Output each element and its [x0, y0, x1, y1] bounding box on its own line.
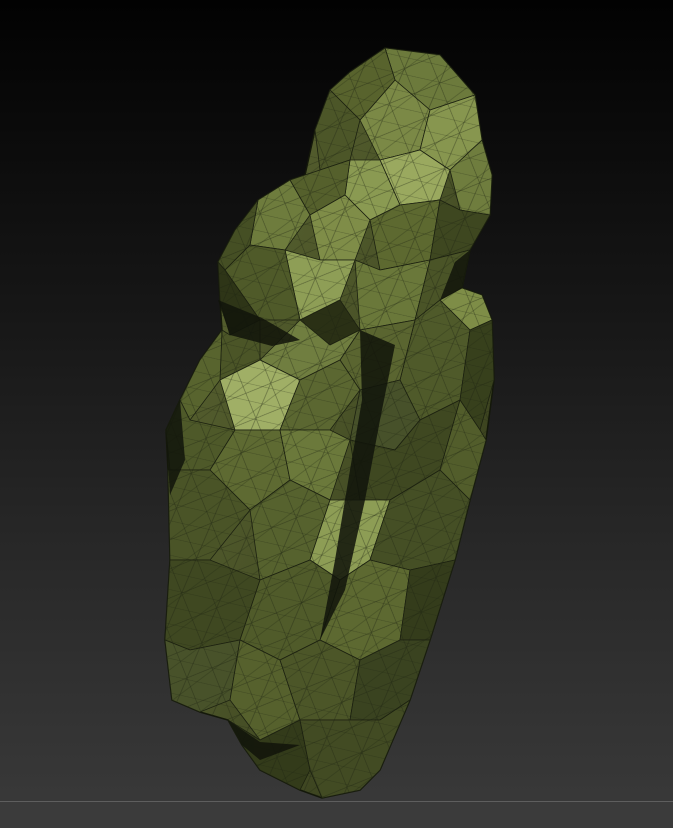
viewport-bottom-bar: [0, 801, 673, 828]
3d-viewport[interactable]: [0, 0, 673, 828]
wireframe-overlay-secondary: [165, 48, 494, 798]
rock-mesh-model[interactable]: [0, 0, 673, 828]
